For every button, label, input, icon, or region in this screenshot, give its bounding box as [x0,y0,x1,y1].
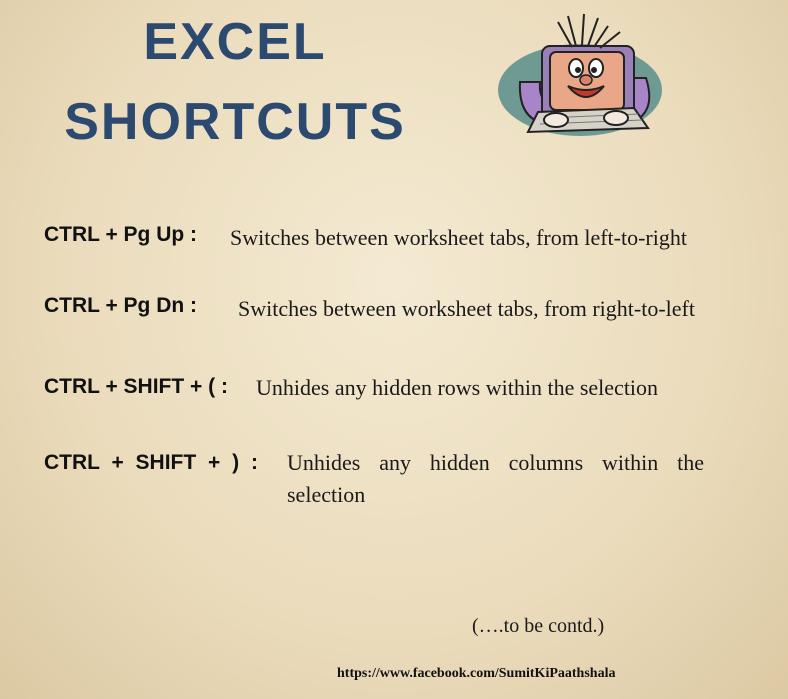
shortcut-description: Unhides any hidden columns within the se… [287,450,704,507]
shortcut-key: CTRL + SHIFT + ( : [44,375,228,398]
shortcut-description: Unhides any hidden rows within the selec… [256,375,659,400]
shortcut-description: Switches between worksheet tabs, from le… [230,225,687,250]
shortcut-key: CTRL + SHIFT + ) : [44,451,258,474]
shortcut-key: CTRL + Pg Up : [44,223,198,246]
title-line-1: EXCEL [143,13,327,71]
shortcut-row: CTRL + SHIFT + ( : Unhides any hidden ro… [44,371,704,411]
shortcut-description: Switches between worksheet tabs, from ri… [238,296,695,321]
footer-url: https://www.facebook.com/SumitKiPaathsha… [337,666,616,681]
shortcuts-poster: EXCEL SHORTCUTS CTRL + Pg Up: Switches … [0,0,788,699]
shortcut-row: CTRL + Pg Dn : Switches between workshee… [44,290,704,360]
continued-note: (….to be contd.) [472,615,605,637]
computer-mascot-icon [498,12,664,138]
title-line-2: SHORTCUTS [64,93,406,151]
shortcut-row: CTRL + SHIFT + ) : Unhides any hidden co… [44,447,704,517]
shortcut-key: CTRL + Pg Dn : [44,294,198,317]
shortcut-row: CTRL + Pg Up : Switches between workshee… [44,221,704,291]
